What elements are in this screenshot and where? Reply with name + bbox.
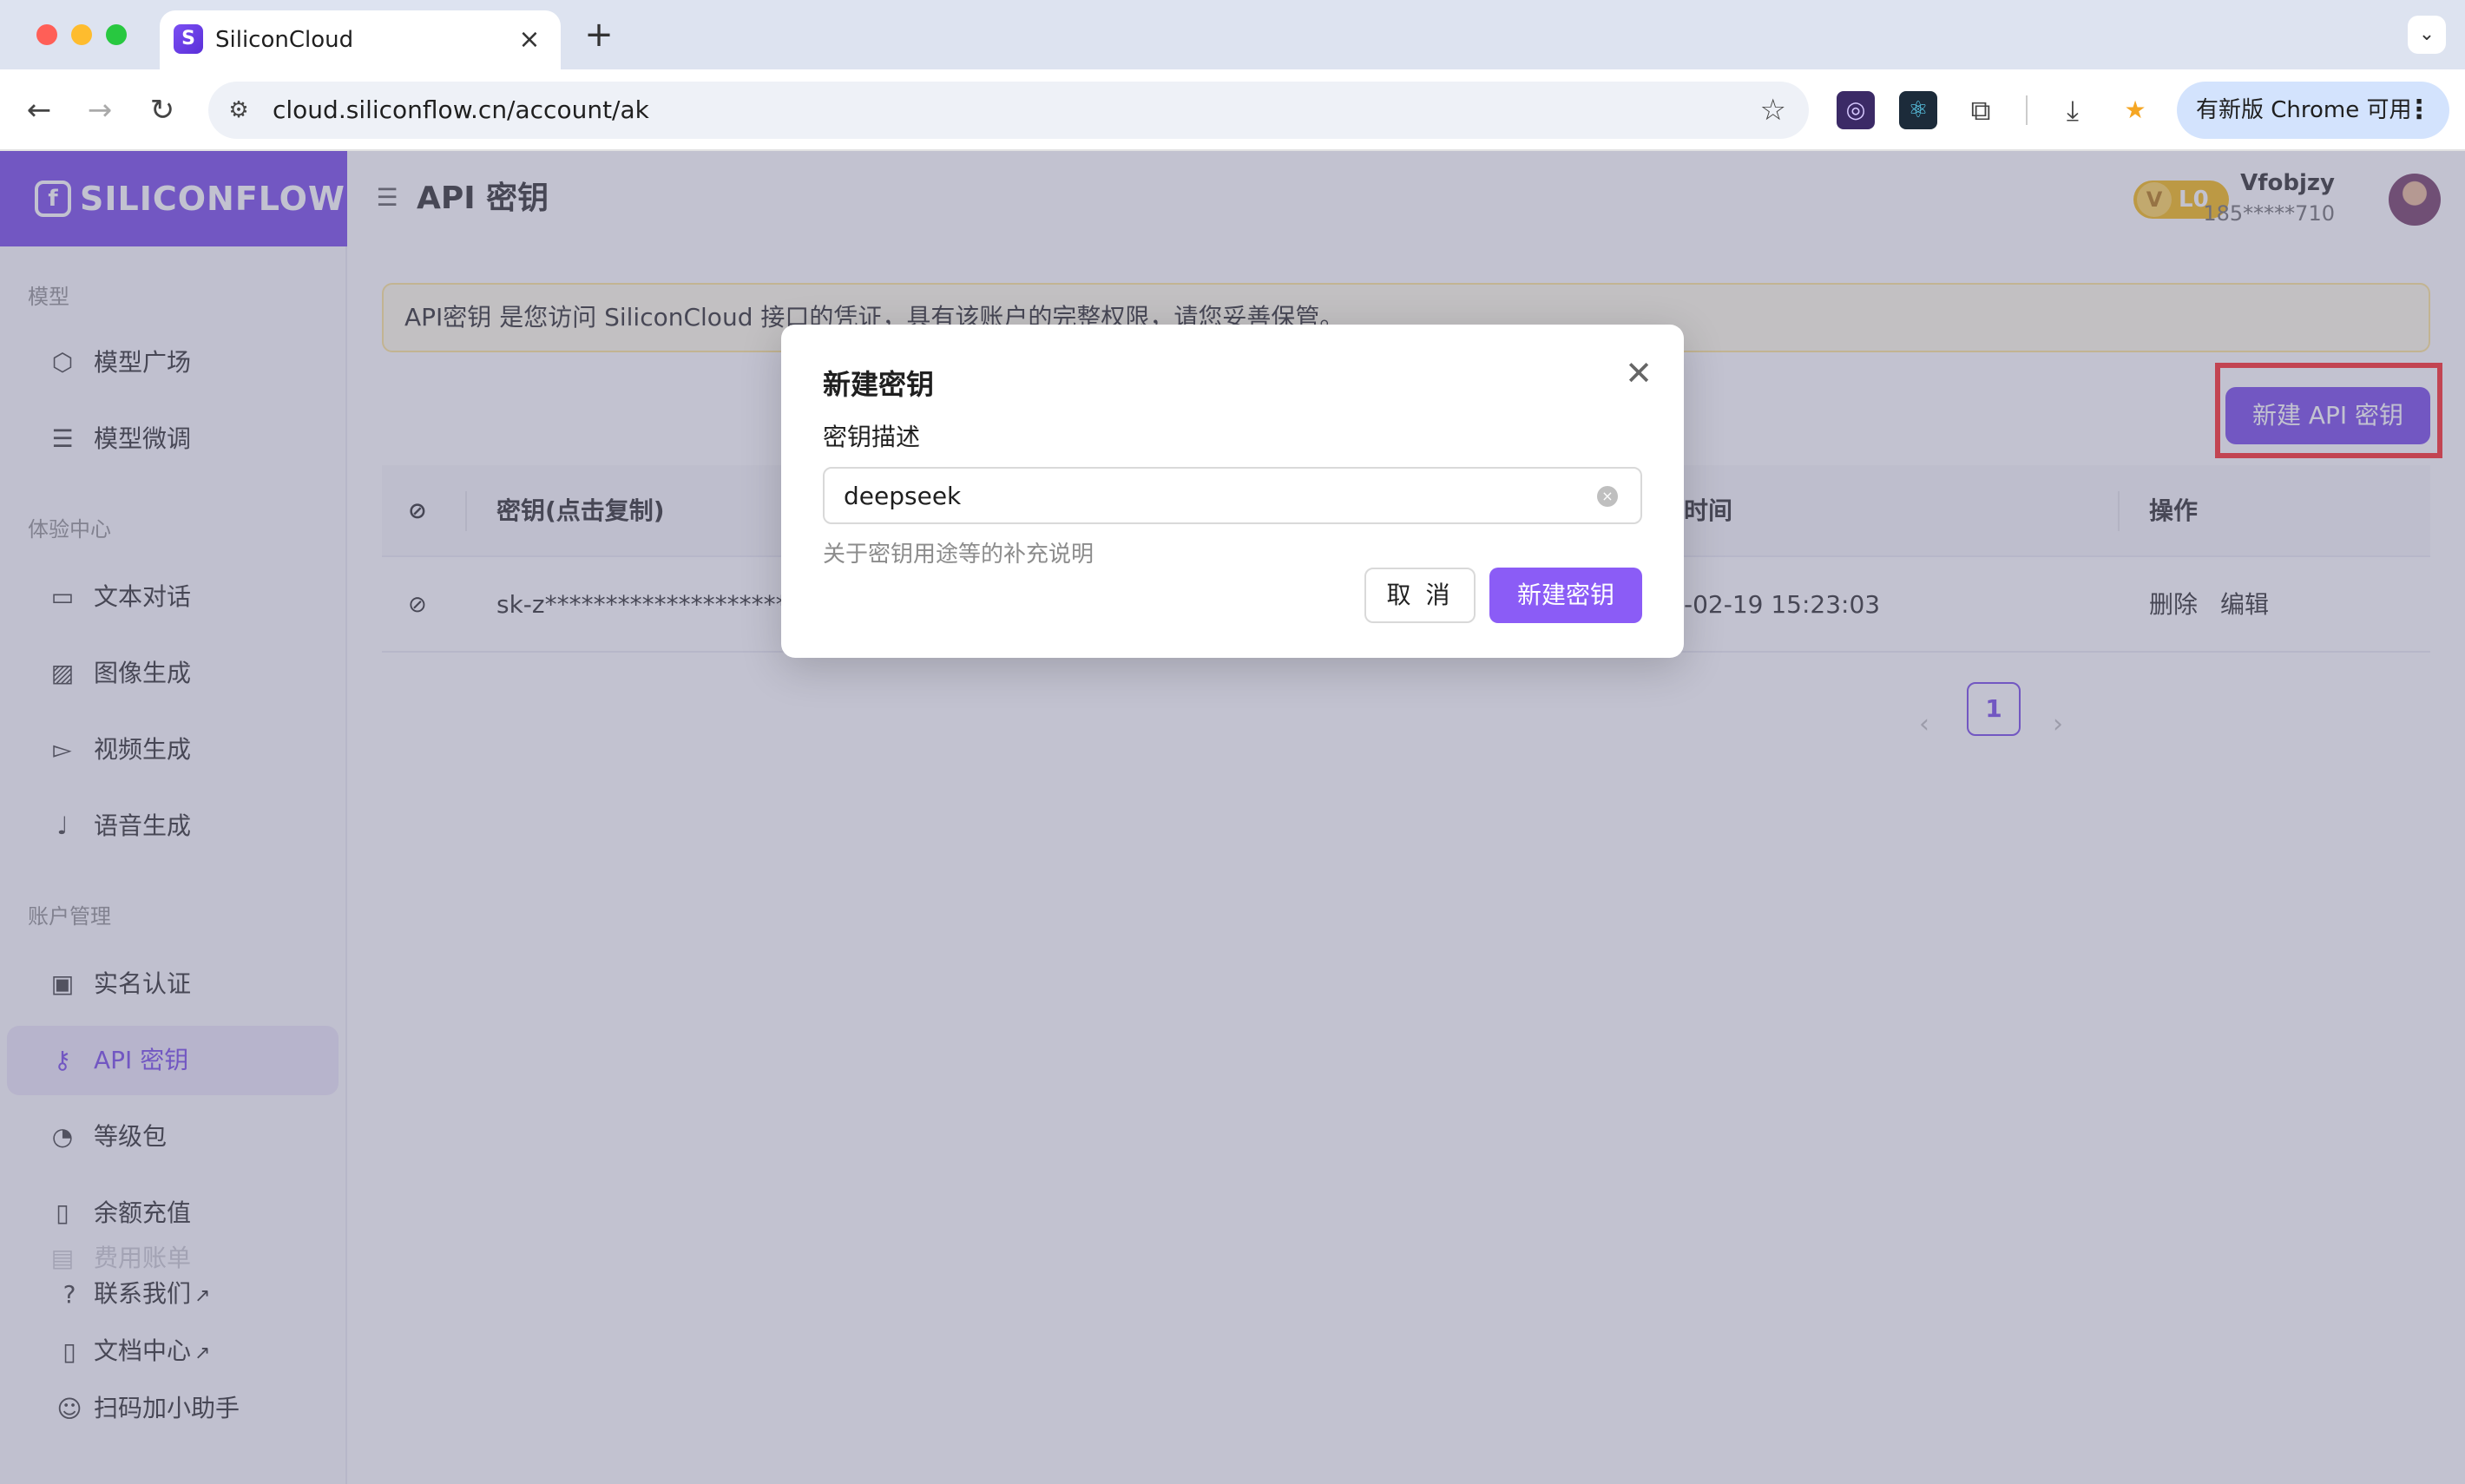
extension-icon[interactable]: ◎ [1837, 91, 1875, 129]
window-zoom-button[interactable] [106, 24, 127, 45]
siliconcloud-favicon-icon: S [174, 24, 203, 54]
toolbar-divider [2026, 95, 2028, 125]
back-arrow-icon[interactable]: ← [19, 90, 59, 130]
new-key-modal: 新建密钥 ✕ 密钥描述 × 关于密钥用途等的补充说明 取 消 新建密钥 [781, 325, 1684, 658]
browser-tab[interactable]: S SiliconCloud × [160, 10, 561, 69]
chrome-update-button[interactable]: 有新版 Chrome 可用 ⋮ [2177, 82, 2449, 139]
window-minimize-button[interactable] [71, 24, 92, 45]
app-root: f SILICONFLOW 模型 ⬡ 模型广场 ☰ 模型微调 体验中心 ▭ 文本… [0, 151, 2465, 1484]
key-description-input[interactable] [844, 469, 1590, 522]
site-info-icon[interactable]: ⚙ [224, 95, 253, 125]
bookmark-star-icon[interactable]: ☆ [1760, 92, 1786, 128]
reload-icon[interactable]: ↻ [142, 90, 182, 130]
key-description-help: 关于密钥用途等的补充说明 [823, 542, 1094, 568]
profile-extension-icon[interactable]: ★ [2116, 91, 2154, 129]
address-bar[interactable]: ⚙ cloud.siliconflow.cn/account/ak ☆ [208, 82, 1809, 139]
new-tab-plus-icon[interactable]: + [580, 16, 618, 54]
browser-tab-bar: S SiliconCloud × + ⌄ [0, 0, 2465, 69]
tab-search-chevron-icon[interactable]: ⌄ [2408, 16, 2446, 54]
cancel-button[interactable]: 取 消 [1364, 568, 1476, 623]
key-description-label: 密钥描述 [823, 423, 921, 451]
chrome-update-label: 有新版 Chrome 可用 [2196, 97, 2412, 123]
clear-input-icon[interactable]: × [1597, 486, 1618, 507]
key-description-field[interactable]: × [823, 467, 1642, 524]
extensions-puzzle-icon[interactable]: ⧉ [1962, 91, 2000, 129]
url-text[interactable]: cloud.siliconflow.cn/account/ak [273, 82, 649, 139]
download-icon[interactable]: ⤓ [2054, 91, 2092, 129]
close-icon[interactable]: ✕ [1620, 354, 1658, 392]
more-menu-icon[interactable]: ⋮ [2406, 82, 2432, 139]
create-key-button[interactable]: 新建密钥 [1489, 568, 1642, 623]
browser-toolbar: ← → ↻ ⚙ cloud.siliconflow.cn/account/ak … [0, 69, 2465, 151]
modal-title: 新建密钥 [823, 368, 935, 401]
tab-close-icon[interactable]: × [512, 23, 547, 57]
window-close-button[interactable] [36, 24, 57, 45]
tab-title: SiliconCloud [215, 27, 354, 53]
forward-arrow-icon[interactable]: → [80, 90, 120, 130]
react-devtools-icon[interactable]: ⚛ [1899, 91, 1937, 129]
